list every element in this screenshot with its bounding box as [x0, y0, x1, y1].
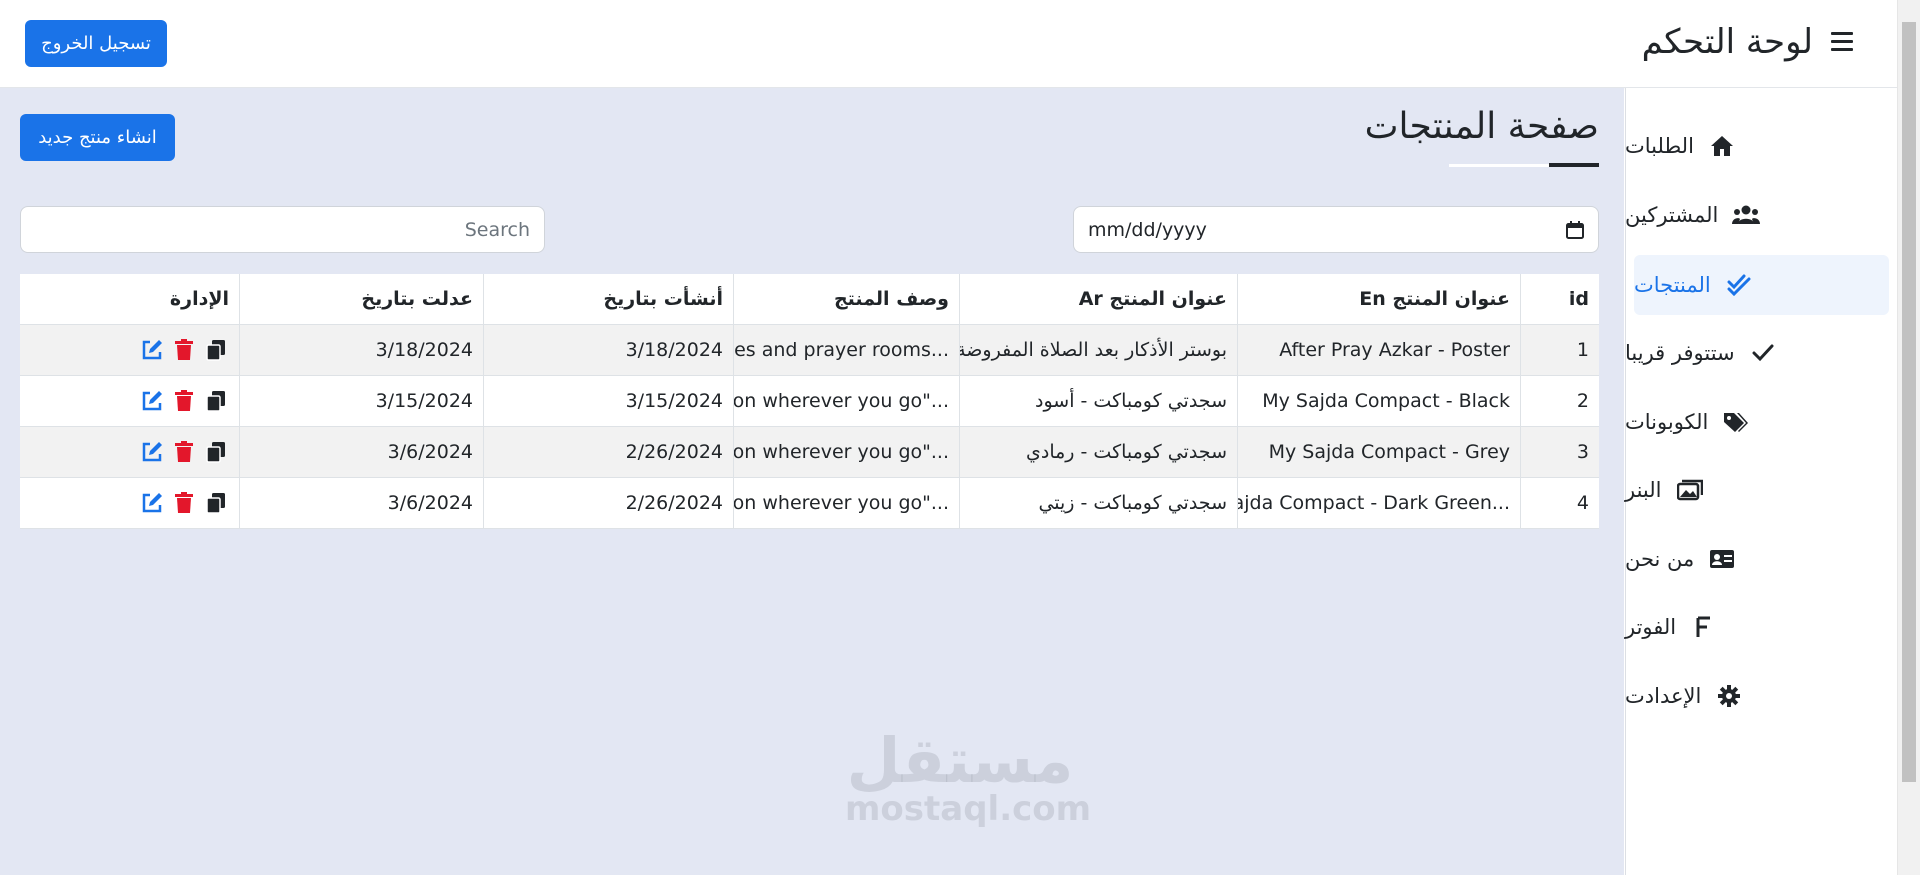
sidebar-item-label: ستتوفر قريبا — [1625, 341, 1735, 365]
page-title: صفحة المنتجات — [1364, 106, 1599, 147]
header-updated: عدلت بتاريخ — [239, 274, 483, 324]
trash-icon[interactable] — [171, 388, 197, 414]
header-title-ar: عنوان المنتج Ar — [959, 274, 1237, 324]
cell-updated: 3/6/2024 — [239, 478, 483, 528]
cell-title-en: After Pray Azkar - Poster — [1237, 325, 1520, 375]
cell-created: 3/15/2024 — [483, 376, 733, 426]
sidebar-item-banner[interactable]: البنر — [1625, 460, 1897, 520]
cell-id: 3 — [1520, 427, 1599, 477]
cell-title-ar: سجدتي كومباكت - زيتي — [959, 478, 1237, 528]
copy-icon[interactable] — [203, 490, 229, 516]
copy-icon[interactable] — [203, 337, 229, 363]
cell-created: 3/18/2024 — [483, 325, 733, 375]
check-icon — [1749, 339, 1777, 367]
page-scrollbar[interactable] — [1897, 0, 1920, 875]
gear-icon — [1715, 682, 1743, 710]
table-row: 2 My Sajda Compact - Black سجدتي كومباكت… — [20, 376, 1599, 427]
trash-icon[interactable] — [171, 490, 197, 516]
sidebar-item-label: البنر — [1625, 478, 1662, 502]
cell-id: 1 — [1520, 325, 1599, 375]
sidebar-item-coupons[interactable]: الكوبونات — [1625, 392, 1897, 452]
cell-updated: 3/18/2024 — [239, 325, 483, 375]
cell-description: ion wherever you go"... — [733, 478, 959, 528]
edit-icon[interactable] — [139, 388, 165, 414]
header-actions: الإدارة — [169, 288, 229, 310]
date-input-value: mm/dd/yyyy — [1088, 218, 1207, 241]
cell-created: 2/26/2024 — [483, 478, 733, 528]
cell-title-ar: بوستر الأذكار بعد الصلاة المفروضة — [959, 325, 1237, 375]
cell-actions — [20, 376, 239, 426]
cell-title-ar: سجدتي كومباكت - رمادي — [959, 427, 1237, 477]
cell-description: ion wherever you go"... — [733, 427, 959, 477]
cell-updated: 3/15/2024 — [239, 376, 483, 426]
watermark-arabic: مستقل — [846, 724, 1074, 797]
cell-actions — [20, 427, 239, 477]
calendar-icon[interactable] — [1566, 220, 1584, 239]
sidebar: الطلبات المشتركين المنتجات ستتوفر قريبا … — [1625, 88, 1897, 875]
date-filter-input[interactable]: mm/dd/yyyy — [1073, 206, 1599, 253]
header-created: أنشأت بتاريخ — [483, 274, 733, 324]
table-header-row: id عنوان المنتج En عنوان المنتج Ar وصف ا… — [20, 274, 1599, 325]
header-title-en: عنوان المنتج En — [1237, 274, 1520, 324]
table-row: 3 My Sajda Compact - Grey سجدتي كومباكت … — [20, 427, 1599, 478]
header-id: id — [1520, 274, 1599, 324]
sidebar-item-label: من نحن — [1625, 547, 1695, 571]
cell-title-en: My Sajda Compact - Grey — [1237, 427, 1520, 477]
sidebar-item-label: المشتركين — [1625, 203, 1719, 227]
sidebar-item-about[interactable]: من نحن — [1625, 529, 1897, 589]
users-icon — [1732, 201, 1761, 229]
edit-icon[interactable] — [139, 490, 165, 516]
main-content: صفحة المنتجات انشاء منتج جديد mm/dd/yyyy… — [0, 88, 1624, 875]
scrollbar-thumb[interactable] — [1902, 22, 1916, 782]
hamburger-icon[interactable] — [1831, 32, 1853, 54]
copy-icon[interactable] — [203, 439, 229, 465]
sidebar-item-label: المنتجات — [1634, 273, 1711, 297]
edit-icon[interactable] — [139, 337, 165, 363]
cell-description: ion wherever you go"... — [733, 376, 959, 426]
title-underline-accent — [1449, 164, 1549, 167]
products-table: id عنوان المنتج En عنوان المنتج Ar وصف ا… — [20, 274, 1599, 529]
top-header: تسجيل الخروج لوحة التحكم — [0, 0, 1897, 88]
images-icon — [1676, 476, 1704, 504]
letter-f-icon — [1690, 613, 1718, 641]
create-product-button[interactable]: انشاء منتج جديد — [20, 114, 175, 161]
cell-updated: 3/6/2024 — [239, 427, 483, 477]
sidebar-item-footer[interactable]: الفوتر — [1625, 597, 1897, 657]
trash-icon[interactable] — [171, 439, 197, 465]
sidebar-item-subscribers[interactable]: المشتركين — [1625, 185, 1897, 245]
cell-description: es and prayer rooms... — [733, 325, 959, 375]
search-input[interactable] — [20, 206, 545, 253]
watermark: مستقل mostaql.com — [845, 724, 1092, 829]
app-title: لوحة التحكم — [1641, 22, 1813, 62]
sidebar-item-label: الكوبونات — [1625, 410, 1709, 434]
cell-id: 4 — [1520, 478, 1599, 528]
table-row: 4 ajda Compact - Dark Green... سجدتي كوم… — [20, 478, 1599, 529]
double-check-icon — [1725, 271, 1753, 299]
cell-title-ar: سجدتي كومباكت - أسود — [959, 376, 1237, 426]
header-description: وصف المنتج — [733, 274, 959, 324]
sidebar-item-settings[interactable]: الإعدادت — [1625, 666, 1897, 726]
watermark-english: mostaql.com — [845, 789, 1092, 829]
sidebar-item-products[interactable]: المنتجات — [1634, 255, 1889, 315]
cell-created: 2/26/2024 — [483, 427, 733, 477]
id-card-icon — [1708, 545, 1736, 573]
cell-title-en: ajda Compact - Dark Green... — [1237, 478, 1520, 528]
sidebar-item-orders[interactable]: الطلبات — [1625, 116, 1897, 176]
copy-icon[interactable] — [203, 388, 229, 414]
tags-icon — [1722, 408, 1750, 436]
sidebar-item-label: الطلبات — [1625, 134, 1694, 158]
sidebar-item-label: الإعدادت — [1625, 684, 1702, 708]
cell-id: 2 — [1520, 376, 1599, 426]
cell-actions — [20, 325, 239, 375]
logout-button[interactable]: تسجيل الخروج — [25, 20, 167, 67]
table-row: 1 After Pray Azkar - Poster بوستر الأذكا… — [20, 325, 1599, 376]
sidebar-item-coming-soon[interactable]: ستتوفر قريبا — [1625, 323, 1897, 383]
sidebar-item-label: الفوتر — [1625, 615, 1677, 639]
edit-icon[interactable] — [139, 439, 165, 465]
cell-title-en: My Sajda Compact - Black — [1237, 376, 1520, 426]
home-icon — [1708, 132, 1736, 160]
cell-actions — [20, 478, 239, 528]
title-underline — [1549, 163, 1599, 167]
trash-icon[interactable] — [171, 337, 197, 363]
